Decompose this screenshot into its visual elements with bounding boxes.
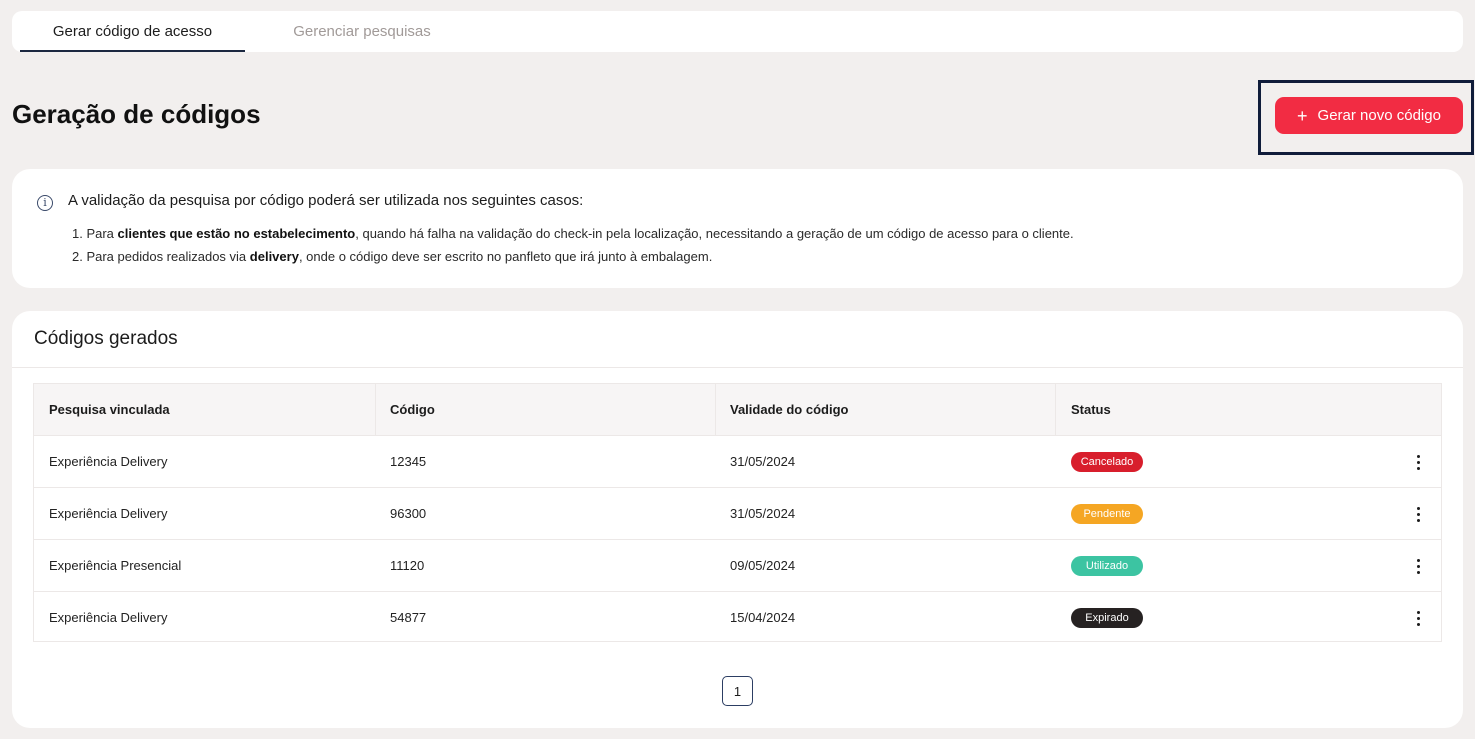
- column-divider: [375, 384, 376, 436]
- code-cell: 96300: [390, 506, 427, 521]
- column-divider: [715, 384, 716, 436]
- code-cell: 11120: [390, 558, 425, 573]
- survey-cell: Experiência Delivery: [49, 610, 168, 625]
- info-icon: i: [37, 195, 53, 211]
- info-list-item: 1. Para clientes que estão no estabeleci…: [72, 226, 1074, 241]
- generate-new-code-label: Gerar novo código: [1317, 107, 1441, 124]
- codes-table: Pesquisa vinculada Código Validade do có…: [33, 383, 1442, 642]
- generated-codes-card: Códigos gerados Pesquisa vinculada Códig…: [12, 311, 1463, 728]
- status-badge: Expirado: [1071, 608, 1143, 628]
- generated-codes-title: Códigos gerados: [34, 328, 178, 349]
- row-actions-icon[interactable]: [1406, 554, 1430, 578]
- table-row: Experiência Delivery 12345 31/05/2024 Ca…: [34, 436, 1441, 488]
- generate-new-code-button[interactable]: + Gerar novo código: [1275, 97, 1463, 134]
- tab-manage-surveys[interactable]: Gerenciar pesquisas: [262, 11, 462, 52]
- column-header-survey[interactable]: Pesquisa vinculada: [49, 384, 170, 436]
- validity-cell: 15/04/2024: [730, 610, 796, 625]
- column-header-validity[interactable]: Validade do código: [730, 384, 848, 436]
- info-heading: A validação da pesquisa por código poder…: [68, 192, 584, 209]
- plus-icon: +: [1297, 105, 1308, 126]
- table-row: Experiência Delivery 96300 31/05/2024 Pe…: [34, 488, 1441, 540]
- validity-cell: 09/05/2024: [730, 558, 796, 573]
- table-row: Experiência Presencial 11120 09/05/2024 …: [34, 540, 1441, 592]
- column-header-status[interactable]: Status: [1071, 384, 1111, 436]
- status-badge: Cancelado: [1071, 452, 1143, 472]
- survey-cell: Experiência Presencial: [49, 558, 182, 573]
- card-divider: [12, 367, 1463, 368]
- validity-cell: 31/05/2024: [730, 454, 796, 469]
- column-header-code[interactable]: Código: [390, 384, 435, 436]
- row-actions-icon[interactable]: [1406, 450, 1430, 474]
- row-actions-icon[interactable]: [1406, 606, 1430, 630]
- validity-cell: 31/05/2024: [730, 506, 796, 521]
- column-divider: [1055, 384, 1056, 436]
- survey-cell: Experiência Delivery: [49, 506, 168, 521]
- code-cell: 12345: [390, 454, 427, 469]
- code-cell: 54877: [390, 610, 427, 625]
- info-card: i A validação da pesquisa por código pod…: [12, 169, 1463, 288]
- survey-cell: Experiência Delivery: [49, 454, 168, 469]
- info-list-item: 2. Para pedidos realizados via delivery,…: [72, 249, 713, 264]
- table-row: Experiência Delivery 54877 15/04/2024 Ex…: [34, 592, 1441, 644]
- status-badge: Utilizado: [1071, 556, 1143, 576]
- tab-generate-access-code[interactable]: Gerar código de acesso: [20, 11, 245, 52]
- table-header: Pesquisa vinculada Código Validade do có…: [34, 384, 1441, 436]
- pagination-page-button[interactable]: 1: [722, 676, 753, 706]
- status-badge: Pendente: [1071, 504, 1143, 524]
- info-list: 1. Para clientes que estão no estabeleci…: [72, 225, 1074, 271]
- row-actions-icon[interactable]: [1406, 502, 1430, 526]
- tab-bar: Gerar código de acesso Gerenciar pesquis…: [12, 11, 1463, 52]
- page-title: Geração de códigos: [12, 99, 261, 129]
